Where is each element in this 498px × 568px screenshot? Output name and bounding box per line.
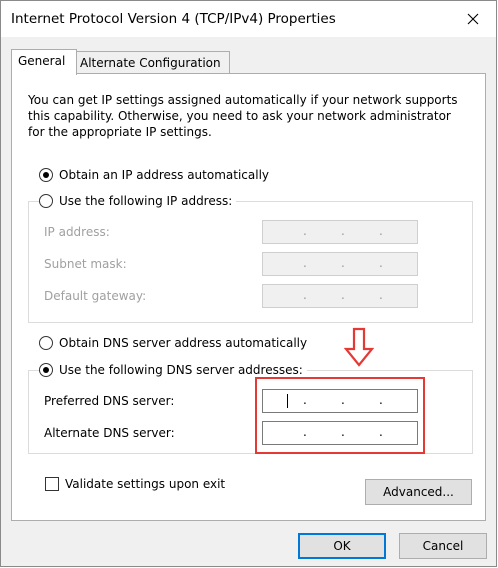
default-gateway-label: Default gateway: bbox=[44, 289, 147, 303]
alternate-dns-label: Alternate DNS server: bbox=[44, 426, 175, 440]
use-following-ip-radio[interactable]: Use the following IP address: bbox=[39, 194, 237, 208]
radio-unselected-indicator bbox=[39, 336, 53, 350]
obtain-dns-auto-label: Obtain DNS server address automatically bbox=[59, 336, 308, 350]
subnet-mask-input[interactable]: ... bbox=[262, 252, 418, 276]
obtain-ip-auto-label: Obtain an IP address automatically bbox=[59, 168, 270, 182]
description-text: You can get IP settings assigned automat… bbox=[28, 93, 458, 139]
advanced-button[interactable]: Advanced... bbox=[365, 479, 472, 505]
close-icon bbox=[467, 13, 479, 25]
default-gateway-input[interactable]: ... bbox=[262, 284, 418, 308]
use-following-ip-label: Use the following IP address: bbox=[59, 194, 233, 208]
radio-selected-indicator bbox=[39, 363, 53, 377]
tab-alternate-configuration[interactable]: Alternate Configuration bbox=[73, 51, 230, 75]
ip-address-label: IP address: bbox=[44, 225, 110, 239]
obtain-dns-auto-radio[interactable]: Obtain DNS server address automatically bbox=[39, 336, 307, 350]
validate-settings-checkbox[interactable]: Validate settings upon exit bbox=[45, 477, 225, 491]
down-arrow-icon bbox=[344, 327, 374, 367]
checkbox-indicator bbox=[45, 477, 59, 491]
validate-settings-label: Validate settings upon exit bbox=[65, 477, 226, 491]
subnet-mask-label: Subnet mask: bbox=[44, 257, 127, 271]
use-following-dns-radio[interactable]: Use the following DNS server addresses: bbox=[39, 363, 307, 377]
radio-selected-indicator bbox=[39, 168, 53, 182]
highlight-box bbox=[255, 377, 425, 454]
ip-address-input[interactable]: ... bbox=[262, 220, 418, 244]
window-title: Internet Protocol Version 4 (TCP/IPv4) P… bbox=[11, 11, 336, 27]
tab-general[interactable]: General bbox=[11, 49, 77, 75]
dialog-window: Internet Protocol Version 4 (TCP/IPv4) P… bbox=[0, 0, 497, 567]
obtain-ip-auto-radio[interactable]: Obtain an IP address automatically bbox=[39, 168, 269, 182]
cancel-button[interactable]: Cancel bbox=[399, 533, 487, 559]
use-following-dns-label: Use the following DNS server addresses: bbox=[59, 363, 303, 377]
preferred-dns-label: Preferred DNS server: bbox=[44, 394, 175, 408]
ok-button[interactable]: OK bbox=[298, 533, 386, 559]
title-bar: Internet Protocol Version 4 (TCP/IPv4) P… bbox=[1, 1, 496, 37]
radio-unselected-indicator bbox=[39, 194, 53, 208]
close-button[interactable] bbox=[450, 1, 496, 37]
